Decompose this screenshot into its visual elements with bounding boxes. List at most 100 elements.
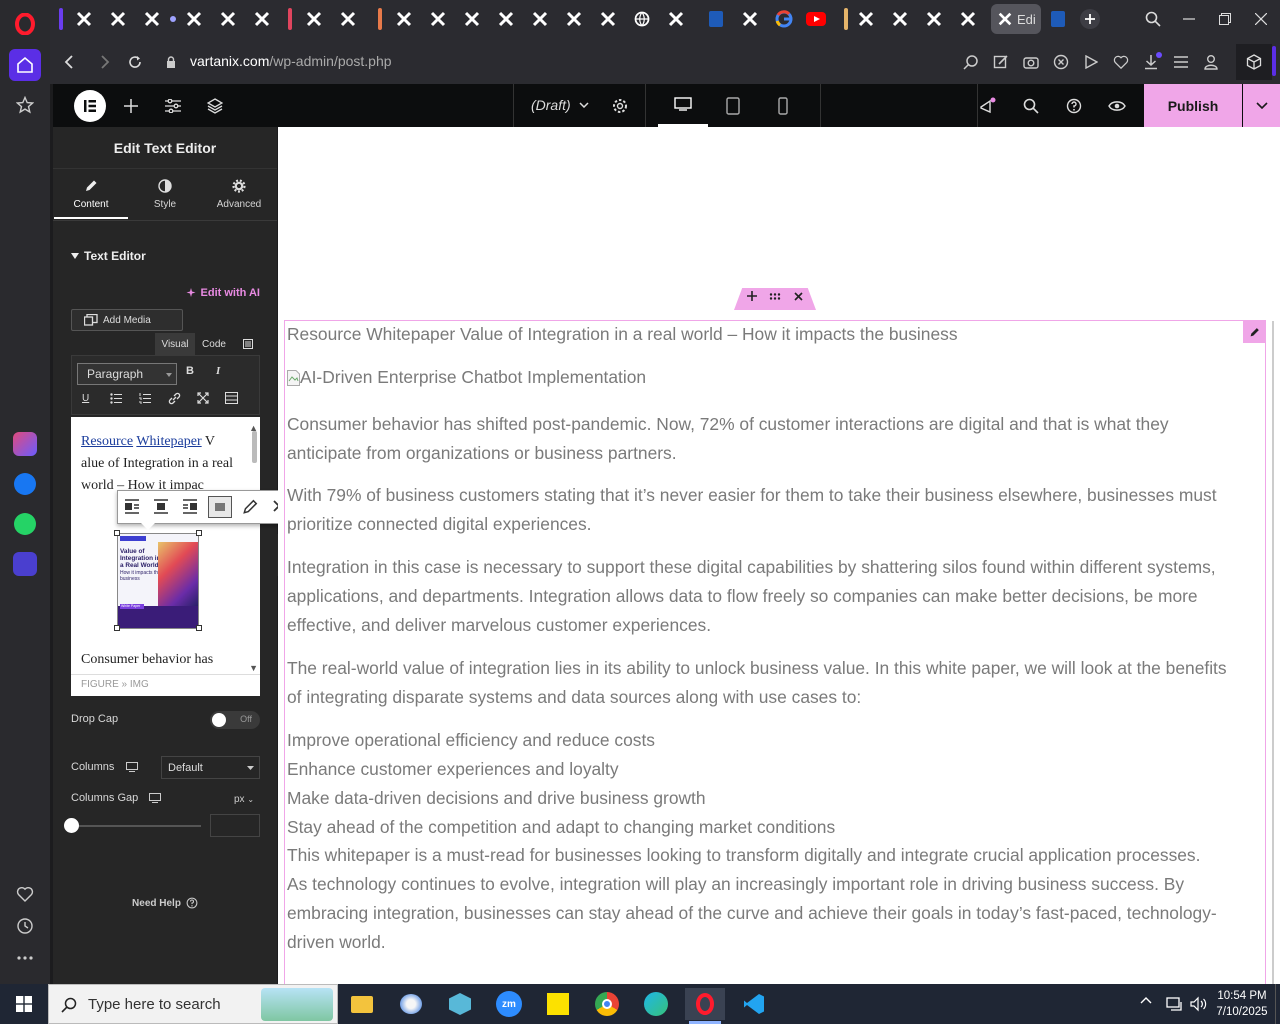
responsive-desktop-icon[interactable]	[126, 762, 138, 772]
bullet-list-icon[interactable]	[110, 393, 122, 404]
star-icon[interactable]	[9, 89, 41, 121]
restore-icon[interactable]	[1211, 6, 1239, 32]
notifications-icon[interactable]	[973, 92, 1001, 120]
tray-chevron-icon[interactable]	[1140, 996, 1152, 1004]
tablet-view-icon[interactable]	[719, 92, 747, 120]
tab-elementor[interactable]	[390, 6, 418, 32]
resize-handle[interactable]	[196, 625, 202, 631]
tab-search-icon[interactable]	[1139, 6, 1167, 32]
numbered-list-icon[interactable]	[139, 393, 151, 404]
slider-handle[interactable]	[64, 818, 79, 833]
easy-setup-icon[interactable]	[1170, 51, 1192, 73]
site-settings-icon[interactable]	[159, 92, 187, 120]
fullscreen-icon[interactable]	[197, 392, 209, 404]
edit-widget-icon[interactable]	[1243, 321, 1265, 343]
editor-content-area[interactable]: Resource Whitepaper V alue of Integratio…	[71, 417, 260, 674]
desktop-view-icon[interactable]	[658, 84, 708, 127]
align-left-icon[interactable]	[124, 499, 140, 515]
tab-elementor[interactable]	[214, 6, 242, 32]
link-icon[interactable]	[168, 392, 181, 405]
app-hex-icon[interactable]	[440, 988, 480, 1020]
resize-handle[interactable]	[114, 625, 120, 631]
new-tab-button[interactable]	[1080, 9, 1100, 29]
tab-elementor[interactable]	[852, 6, 880, 32]
tab-elementor[interactable]	[458, 6, 486, 32]
add-element-icon[interactable]	[117, 92, 145, 120]
tab-elementor[interactable]	[248, 6, 276, 32]
scroll-down-icon[interactable]: ▼	[249, 657, 258, 674]
tab-elementor[interactable]	[954, 6, 982, 32]
edit-image-icon[interactable]	[242, 499, 258, 515]
structure-layers-icon[interactable]	[201, 92, 229, 120]
tab-elementor[interactable]	[662, 6, 690, 32]
history-icon[interactable]	[9, 910, 41, 942]
tab-elementor[interactable]	[180, 6, 208, 32]
download-icon[interactable]	[1140, 51, 1162, 73]
scroll-up-icon[interactable]: ▲	[249, 417, 258, 439]
tab-elementor[interactable]	[594, 6, 622, 32]
mode-code-tab[interactable]: Code	[195, 333, 233, 355]
heart-icon[interactable]	[9, 878, 41, 910]
publish-button[interactable]: Publish	[1144, 84, 1242, 127]
section-header[interactable]: Text Editor	[71, 249, 146, 263]
resize-handle[interactable]	[196, 530, 202, 536]
clock[interactable]: 10:54 PM 7/10/2025	[1212, 988, 1272, 1020]
tab-elementor[interactable]	[492, 6, 520, 32]
whatsapp-icon[interactable]	[9, 508, 41, 540]
whitepaper-thumbnail[interactable]: Value of Integration in a Real World How…	[117, 533, 199, 629]
align-none-icon[interactable]	[208, 496, 232, 518]
publish-options-button[interactable]	[1243, 84, 1280, 127]
elementor-logo-icon[interactable]	[74, 90, 106, 122]
camera-icon[interactable]	[1020, 51, 1042, 73]
page-settings-icon[interactable]	[606, 92, 634, 120]
tab-google-icon[interactable]	[770, 6, 798, 32]
editor-link-resource[interactable]: Resource	[81, 434, 133, 449]
zoom-icon[interactable]: zm	[489, 988, 529, 1020]
extensions-icon[interactable]	[1236, 44, 1272, 80]
tab-elementor[interactable]	[300, 6, 328, 32]
bookmark-heart-icon[interactable]	[1110, 51, 1132, 73]
bold-icon[interactable]: B	[186, 365, 194, 377]
table-icon[interactable]	[225, 392, 238, 404]
opera-taskbar-icon[interactable]	[685, 988, 725, 1020]
vscode-icon[interactable]	[734, 988, 774, 1020]
tab-document-icon[interactable]	[1044, 6, 1072, 32]
file-explorer-icon[interactable]	[342, 988, 382, 1020]
minimize-icon[interactable]	[1175, 6, 1203, 32]
tab-elementor[interactable]	[526, 6, 554, 32]
document-status[interactable]: (Draft)	[531, 97, 589, 113]
toolbar-toggle-icon[interactable]	[236, 333, 260, 355]
reload-icon[interactable]	[124, 51, 146, 73]
preview-eye-icon[interactable]	[1103, 92, 1131, 120]
tab-active[interactable]: Edi	[991, 4, 1041, 34]
tab-elementor[interactable]	[138, 6, 166, 32]
format-select[interactable]: Paragraph	[77, 363, 177, 385]
chrome-icon[interactable]	[587, 988, 627, 1020]
tab-globe-icon[interactable]	[628, 6, 656, 32]
tab-youtube-icon[interactable]	[802, 6, 830, 32]
align-right-icon[interactable]	[182, 499, 198, 515]
drop-cap-toggle[interactable]: Off	[210, 711, 260, 729]
taskbar-search-box[interactable]: Type here to search	[48, 984, 338, 1024]
broken-image[interactable]: AI-Driven Enterprise Chatbot Implementat…	[287, 363, 646, 392]
tab-elementor[interactable]	[334, 6, 362, 32]
tab-elementor[interactable]	[886, 6, 914, 32]
edge-icon[interactable]	[636, 988, 676, 1020]
editor-link-whitepaper[interactable]: Whitepaper	[136, 434, 201, 449]
url-text[interactable]: vartanix.com/wp-admin/post.php	[190, 53, 392, 69]
add-media-button[interactable]: Add Media	[71, 309, 183, 331]
tab-elementor[interactable]	[560, 6, 588, 32]
mode-visual-tab[interactable]: Visual	[155, 333, 195, 355]
profile-icon[interactable]	[1200, 51, 1222, 73]
close-window-icon[interactable]	[1247, 6, 1275, 32]
network-icon[interactable]	[1165, 996, 1183, 1012]
messenger-icon[interactable]	[9, 468, 41, 500]
volume-icon[interactable]	[1190, 996, 1208, 1012]
aria-icon[interactable]	[9, 428, 41, 460]
flow-send-icon[interactable]	[1080, 51, 1102, 73]
sticky-notes-icon[interactable]	[538, 988, 578, 1020]
add-section-icon[interactable]	[747, 291, 757, 301]
opera-logo-icon[interactable]	[9, 8, 41, 40]
need-help-link[interactable]: Need Help	[53, 897, 277, 909]
start-button[interactable]	[0, 984, 48, 1024]
